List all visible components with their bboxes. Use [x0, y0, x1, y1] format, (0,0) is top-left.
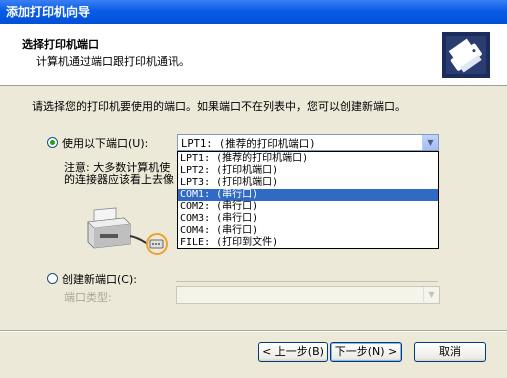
port-option-lpt1[interactable]: LPT1: (推荐的打印机端口) — [178, 153, 438, 165]
use-port-label[interactable]: 使用以下端口(U): — [62, 135, 148, 151]
port-option-com3[interactable]: COM3: (串行口) — [178, 213, 438, 225]
window-title: 添加打印机向导 — [6, 5, 91, 19]
back-button[interactable]: < 上一步(B) — [258, 342, 328, 362]
port-type-label: 端口类型: — [64, 291, 112, 304]
chevron-down-icon[interactable]: ▼ — [422, 135, 438, 150]
port-option-file[interactable]: FILE: (打印到文件) — [178, 237, 438, 249]
port-option-com4[interactable]: COM4: (串行口) — [178, 225, 438, 237]
port-type-combobox[interactable]: ▼ — [176, 286, 440, 304]
port-note-line2: 的连接器应该看上去像 — [64, 173, 174, 186]
create-port-label[interactable]: 创建新端口(C): — [62, 271, 137, 287]
header-title: 选择打印机端口 — [22, 38, 99, 51]
port-option-lpt3[interactable]: LPT3: (打印机端口) — [178, 177, 438, 189]
port-option-lpt2[interactable]: LPT2: (打印机端口) — [178, 165, 438, 177]
port-option-com1[interactable]: COM1: (串行口) — [178, 189, 438, 201]
port-combobox-value: LPT1: (推荐的打印机端口) — [181, 138, 316, 150]
wizard-header: 选择打印机端口 计算机通过端口跟打印机通讯。 — [0, 24, 507, 86]
cancel-button[interactable]: 取消 — [414, 342, 486, 362]
port-prompt: 请选择您的打印机要使用的端口。如果端口不在列表中，您可以创建新端口。 — [32, 100, 406, 113]
next-button[interactable]: 下一步(N) > — [330, 342, 402, 362]
port-dropdown-list[interactable]: LPT1: (推荐的打印机端口) LPT2: (打印机端口) LPT3: (打印… — [177, 151, 439, 249]
footer-separator — [0, 330, 507, 332]
printer-cable-icon — [87, 207, 168, 255]
create-port-divider — [176, 281, 438, 282]
port-option-com2[interactable]: COM2: (串行口) — [178, 201, 438, 213]
printer-wizard-icon — [442, 32, 490, 78]
chevron-down-icon[interactable]: ▼ — [423, 287, 439, 302]
header-subtitle: 计算机通过端口跟打印机通讯。 — [36, 55, 190, 68]
use-port-radio[interactable] — [47, 137, 58, 148]
create-port-radio[interactable] — [47, 273, 58, 284]
window-titlebar[interactable]: 添加打印机向导 — [0, 0, 507, 24]
port-combobox[interactable]: LPT1: (推荐的打印机端口) ▼ — [177, 134, 439, 151]
port-note: 注意: 大多数计算机使 的连接器应该看上去像 — [64, 162, 176, 186]
